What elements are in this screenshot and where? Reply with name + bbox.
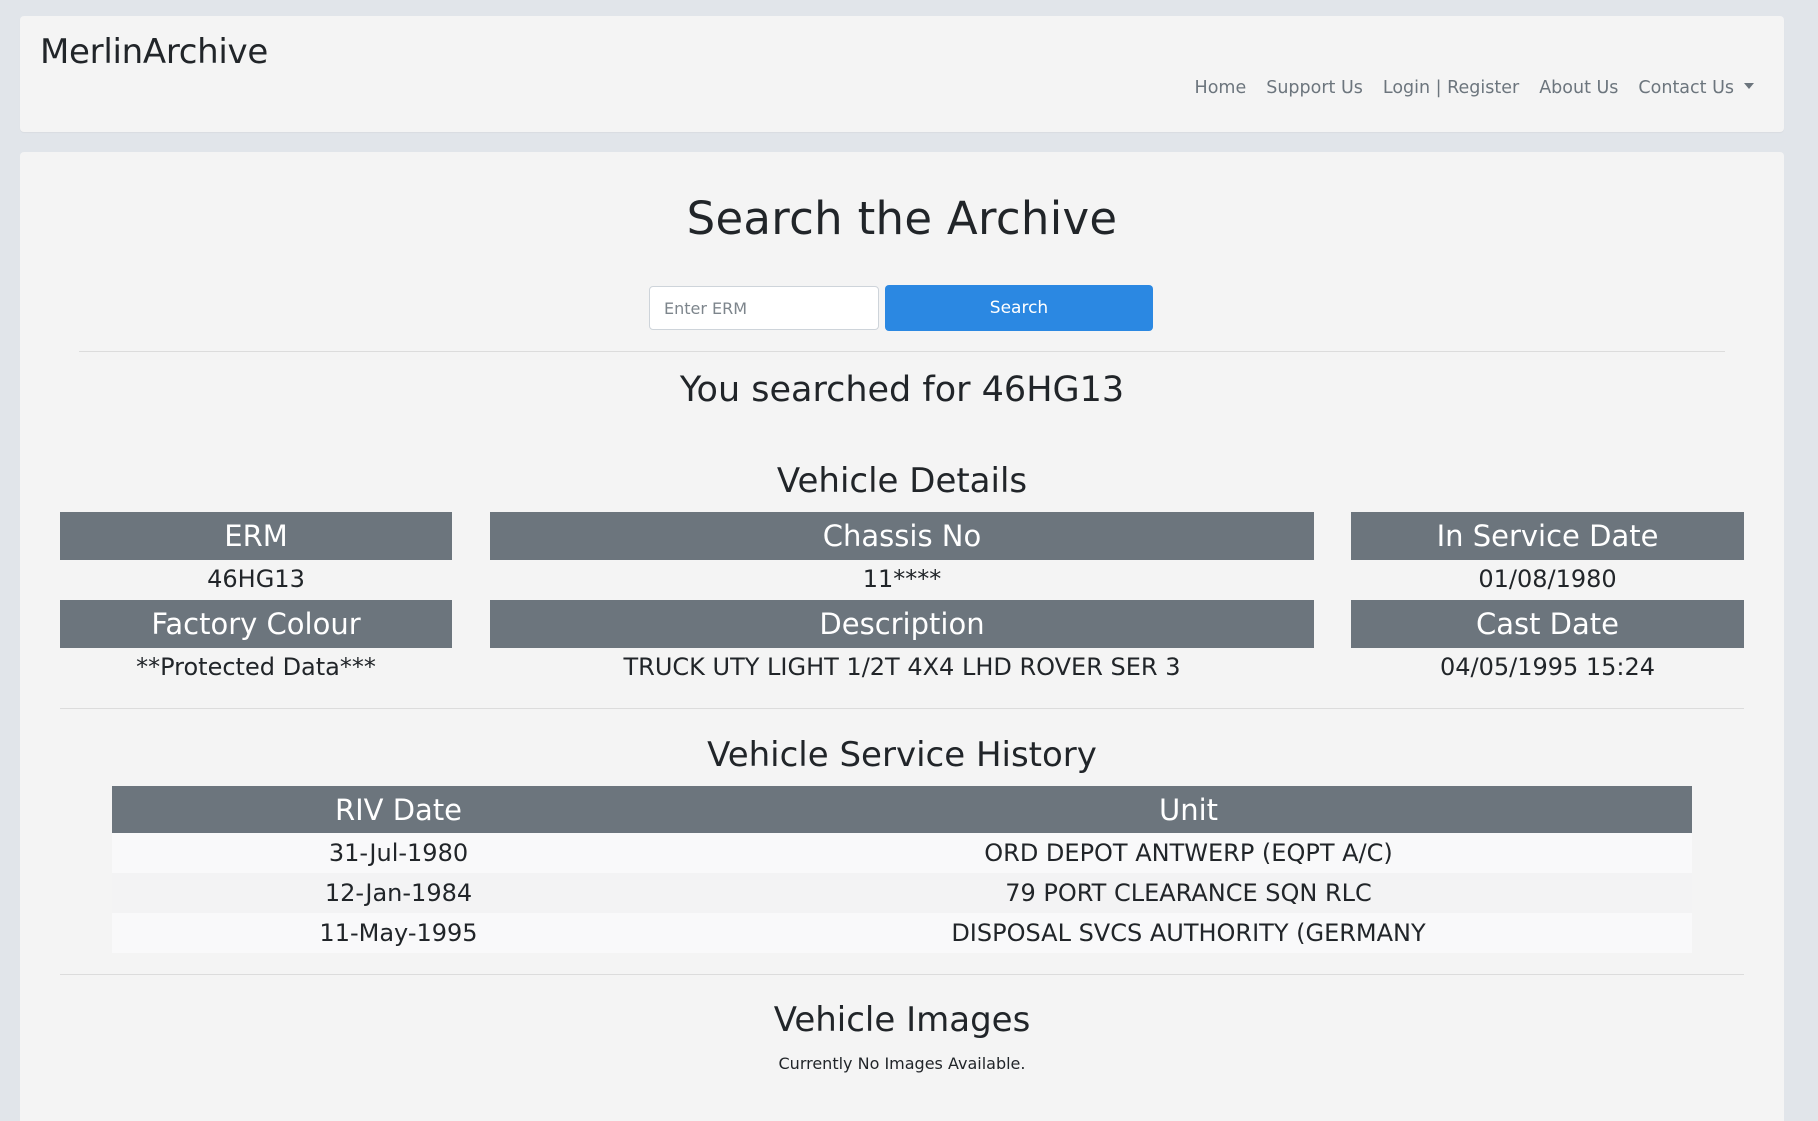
in-service-date-value: 01/08/1980 [1478,565,1617,593]
search-form: Search [649,285,1153,331]
unit-cell: 79 PORT CLEARANCE SQN RLC [685,873,1692,913]
in-service-date-label: In Service Date [1351,512,1744,560]
cast-date-value: 04/05/1995 15:24 [1439,653,1656,681]
divider [60,974,1744,975]
erm-value: 46HG13 [207,565,305,593]
unit-column-header: Unit [685,786,1692,833]
nav-about-link[interactable]: About Us [1539,78,1618,98]
riv-date-cell: 11-May-1995 [112,913,685,953]
divider [60,708,1744,709]
nav-menu: Home Support Us Login | Register About U… [1195,78,1754,98]
chevron-down-icon [1744,83,1754,89]
nav-support-link[interactable]: Support Us [1266,78,1363,98]
unit-cell: DISPOSAL SVCS AUTHORITY (GERMANY [685,913,1692,953]
unit-cell: ORD DEPOT ANTWERP (EQPT A/C) [685,833,1692,873]
erm-label: ERM [60,512,452,560]
table-row: 11-May-1995 DISPOSAL SVCS AUTHORITY (GER… [112,913,1692,953]
brand-logo-link[interactable]: MerlinArchive [40,32,268,72]
service-history-title: Vehicle Service History [707,735,1097,775]
chassis-value: 11**** [862,565,942,593]
description-label: Description [490,600,1314,648]
nav-contact-dropdown[interactable]: Contact Us [1638,78,1754,98]
cast-date-label: Cast Date [1351,600,1744,648]
search-result-heading: You searched for 46HG13 [679,370,1125,410]
table-row: 12-Jan-1984 79 PORT CLEARANCE SQN RLC [112,873,1692,913]
nav-login-register-link[interactable]: Login | Register [1383,78,1519,98]
vehicle-images-title: Vehicle Images [773,1000,1031,1040]
table-header-row: RIV Date Unit [112,786,1692,833]
riv-date-cell: 31-Jul-1980 [112,833,685,873]
service-history-table: RIV Date Unit 31-Jul-1980 ORD DEPOT ANTW… [112,786,1692,953]
factory-colour-value: **Protected Data*** [136,653,376,681]
page-title: Search the Archive [686,192,1118,245]
nav-home-link[interactable]: Home [1195,78,1247,98]
vehicle-details-title: Vehicle Details [776,461,1028,501]
nav-contact-label: Contact Us [1638,78,1734,98]
description-value: TRUCK UTY LIGHT 1/2T 4X4 LHD ROVER SER 3 [623,653,1181,681]
top-navbar: MerlinArchive Home Support Us Login | Re… [20,16,1784,132]
table-row: 31-Jul-1980 ORD DEPOT ANTWERP (EQPT A/C) [112,833,1692,873]
erm-search-input[interactable] [649,286,879,330]
factory-colour-label: Factory Colour [60,600,452,648]
no-images-message: Currently No Images Available. [778,1054,1026,1073]
riv-date-cell: 12-Jan-1984 [112,873,685,913]
main-card: Search the Archive Search You searched f… [20,152,1784,1121]
search-button[interactable]: Search [885,285,1153,331]
riv-date-column-header: RIV Date [112,786,685,833]
divider [79,351,1725,352]
chassis-label: Chassis No [490,512,1314,560]
